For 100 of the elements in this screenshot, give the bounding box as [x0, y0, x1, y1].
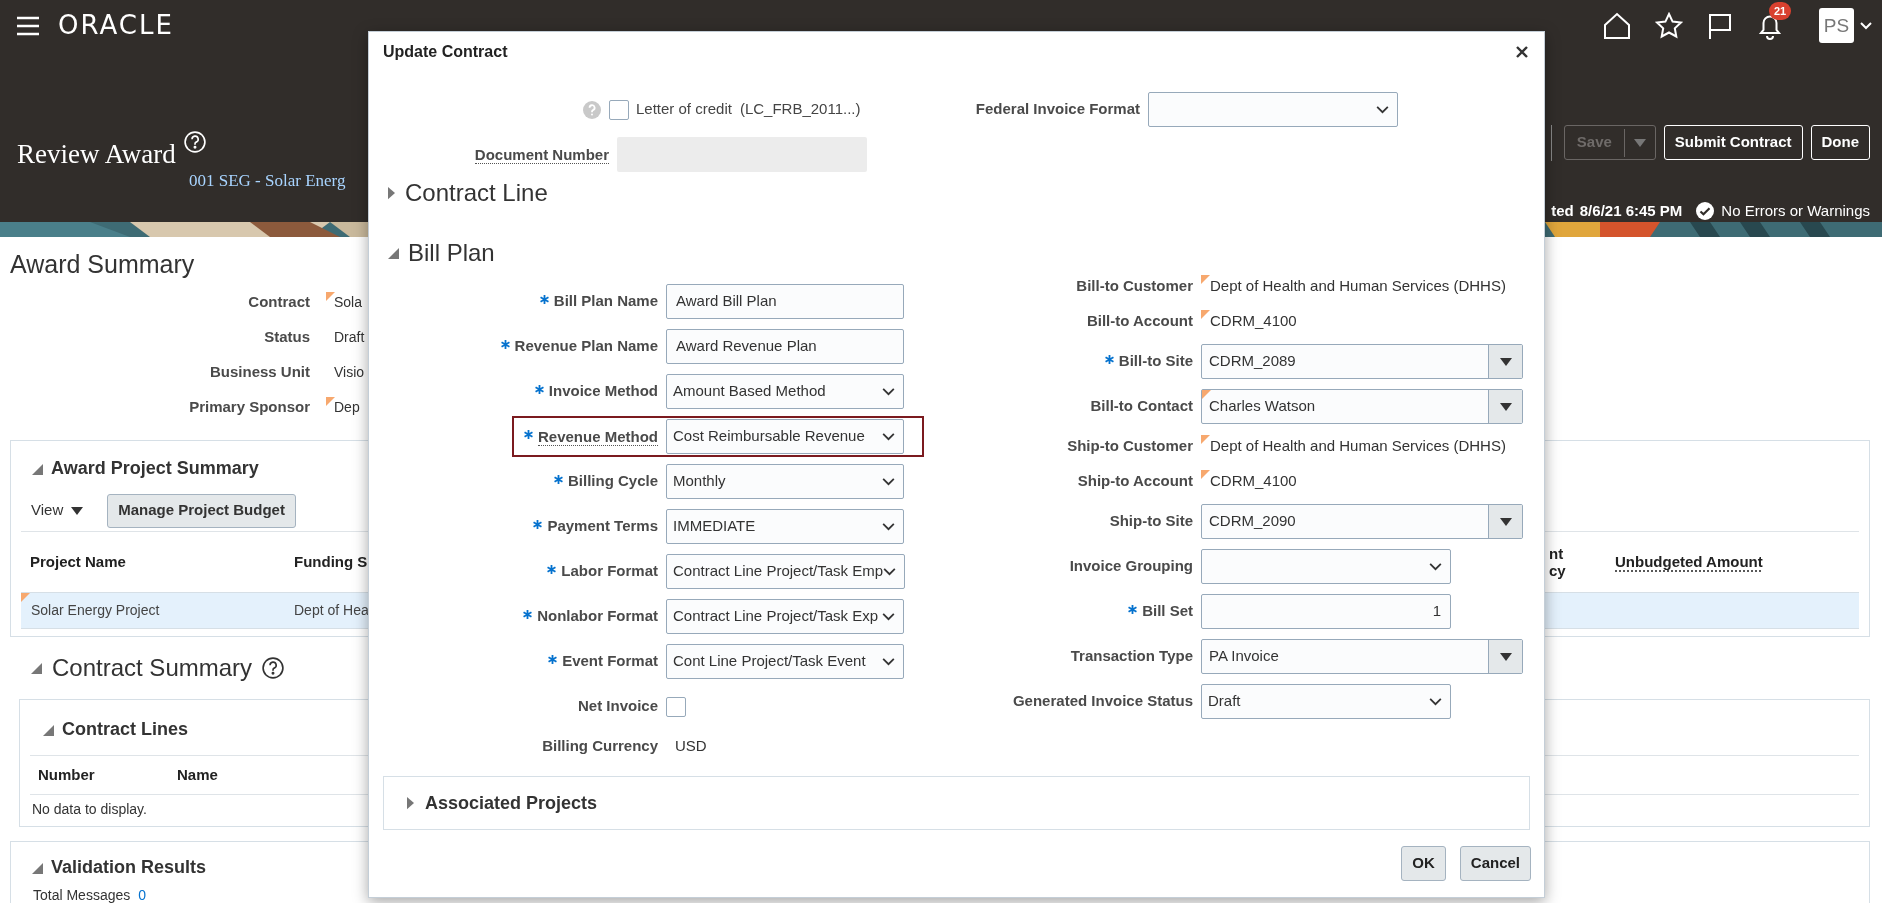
field-label: Ship-to Customer [1067, 436, 1193, 457]
collapse-triangle-icon[interactable] [30, 662, 42, 674]
collapse-triangle-icon[interactable] [31, 462, 43, 475]
column-header: Funding S [294, 551, 368, 572]
field-label: Bill Plan Name [553, 291, 658, 312]
dropdown-button[interactable] [1488, 390, 1522, 423]
field-label: Payment Terms [547, 516, 658, 537]
total-messages-label: Total Messages [33, 886, 131, 903]
column-header: Number [37, 764, 96, 785]
select-field[interactable]: Cont Line Project/Task Event [666, 644, 904, 679]
star-icon[interactable] [1655, 11, 1683, 40]
field-value: CDRM_4100 [1210, 471, 1297, 492]
chevron-down-icon [1376, 105, 1389, 114]
select-field[interactable]: Amount Based Method [666, 374, 904, 409]
field-label: Billing Currency [542, 736, 658, 757]
field-label: Labor Format [561, 561, 658, 582]
field-label: Bill-to Customer [1076, 276, 1193, 297]
table-cell-text: Solar Energy Project [31, 601, 160, 620]
combo-field[interactable]: Charles Watson [1201, 389, 1523, 424]
notification-badge: 21 [1769, 1, 1792, 20]
caret-icon [1633, 138, 1646, 147]
chevron-down-icon [1429, 562, 1442, 571]
user-avatar[interactable]: PS [1819, 8, 1854, 44]
help-icon[interactable] [262, 657, 285, 679]
menu-icon[interactable] [16, 15, 40, 36]
caret-icon [1499, 652, 1512, 661]
column-header: nt cy [1549, 545, 1567, 579]
flag-icon[interactable] [1707, 11, 1733, 40]
home-icon[interactable] [1603, 11, 1631, 40]
select-field[interactable]: Cost Reimbursable Revenue [666, 419, 904, 454]
column-header: Name [177, 764, 218, 785]
select-field[interactable]: IMMEDIATE [666, 509, 904, 544]
select-field[interactable] [1148, 92, 1398, 127]
dropdown-button[interactable] [1488, 505, 1522, 538]
caret-icon [1499, 357, 1512, 366]
checkbox[interactable] [609, 99, 629, 120]
dropdown-button[interactable] [1488, 345, 1522, 378]
select-field[interactable]: Contract Line Project/Task Emp [666, 554, 906, 589]
field-value: USD [675, 736, 707, 757]
field-value: CDRM_4100 [1210, 311, 1297, 332]
oracle-logo: ORACLE [58, 9, 174, 43]
collapse-triangle-icon[interactable] [387, 247, 399, 259]
chevron-down-icon [882, 432, 895, 441]
saved-label: ted [1551, 200, 1574, 221]
chevron-down-icon[interactable] [1860, 21, 1872, 30]
expand-triangle-icon[interactable] [406, 796, 415, 810]
field-label: Bill-to Account [1086, 311, 1193, 332]
field-label: Bill-to Contact [1090, 396, 1193, 417]
panel-title: Associated Projects [425, 791, 598, 815]
field-label: Contract [247, 291, 310, 312]
manage-budget-button[interactable]: Manage Project Budget [107, 493, 296, 528]
checkbox[interactable] [666, 696, 686, 717]
section-title: Award Summary [10, 249, 195, 279]
field-value: Dep [334, 397, 360, 417]
award-name-link[interactable]: 001 SEG - Solar Energ [189, 170, 346, 191]
table-cell-text: Dept of Hea [294, 601, 369, 620]
total-messages-link[interactable]: 0 [138, 885, 147, 903]
field-label: Generated Invoice Status [1012, 691, 1193, 712]
dialog-button[interactable]: OK [1401, 846, 1446, 881]
chevron-down-icon [882, 612, 895, 621]
field-label: Transaction Type [1070, 646, 1193, 667]
combo-field[interactable]: PA Invoice [1201, 639, 1523, 674]
panel-title: Award Project Summary [51, 457, 259, 480]
collapse-triangle-icon[interactable] [31, 861, 43, 874]
close-icon[interactable] [1516, 46, 1528, 58]
field-value: Dept of Health and Human Services (DHHS) [1210, 276, 1506, 297]
dropdown-button[interactable] [1488, 640, 1522, 673]
field-value: Draft [334, 327, 365, 347]
action-button[interactable]: Submit Contract [1663, 125, 1803, 160]
page-title: Review Award [17, 137, 176, 171]
select-field[interactable] [1201, 549, 1451, 584]
column-header: Project Name [30, 551, 126, 572]
field-label: Document Number [474, 145, 609, 164]
field-label: Primary Sponsor [188, 396, 310, 417]
chevron-down-icon [882, 477, 895, 486]
caret-icon [71, 506, 84, 515]
dialog-button[interactable]: Cancel [1459, 846, 1531, 881]
combo-field[interactable]: CDRM_2089 [1201, 344, 1523, 379]
field-label: Ship-to Account [1077, 471, 1193, 492]
chevron-down-icon [882, 522, 895, 531]
field-label: Revenue Plan Name [514, 336, 658, 357]
chevron-down-icon [882, 387, 895, 396]
text-field[interactable]: Award Revenue Plan [666, 329, 904, 364]
field-label: Federal Invoice Format [975, 99, 1140, 120]
select-field[interactable]: Monthly [666, 464, 904, 499]
field-label: Invoice Grouping [1069, 556, 1193, 577]
field-label: Net Invoice [577, 696, 658, 717]
select-field[interactable]: Contract Line Project/Task Exp [666, 599, 904, 634]
combo-field[interactable]: CDRM_2090 [1201, 504, 1523, 539]
collapse-triangle-icon[interactable] [42, 723, 54, 736]
field-label: Bill-to Site [1118, 351, 1193, 372]
text-field[interactable]: 1 [1201, 594, 1451, 629]
expand-triangle-icon[interactable] [387, 186, 396, 200]
text-field[interactable]: Award Bill Plan [666, 284, 904, 319]
select-field[interactable]: Draft [1201, 684, 1451, 719]
field-label: Ship-to Site [1109, 511, 1193, 532]
caret-icon [1499, 402, 1512, 411]
action-button[interactable]: Done [1810, 125, 1870, 160]
field-value: Dept of Health and Human Services (DHHS) [1210, 436, 1506, 457]
view-menu[interactable]: View [31, 499, 84, 522]
